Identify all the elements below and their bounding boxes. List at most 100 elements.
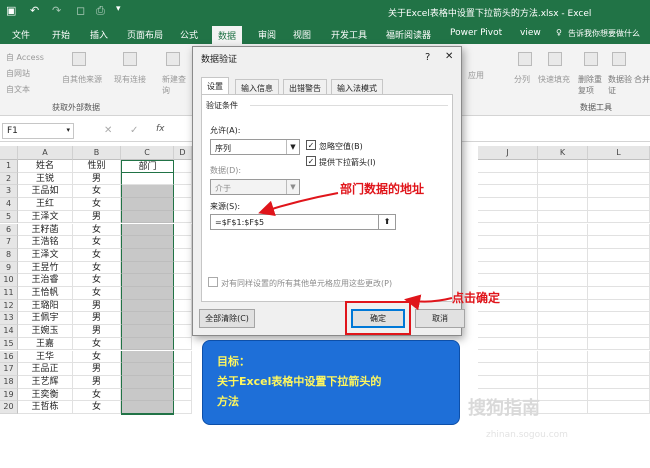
- column-header-j[interactable]: J: [478, 146, 538, 160]
- cell-dept[interactable]: [121, 312, 174, 326]
- cell-dept[interactable]: [121, 223, 174, 237]
- cell-blank[interactable]: [174, 261, 192, 275]
- row-header[interactable]: 5: [0, 210, 18, 224]
- cell-blank[interactable]: [174, 248, 192, 262]
- clear-all-button[interactable]: 全部清除(C): [199, 309, 255, 328]
- cell-blank[interactable]: [588, 388, 650, 402]
- tab-home[interactable]: 开始: [52, 28, 70, 41]
- cell-blank[interactable]: [174, 325, 192, 338]
- cell-name[interactable]: 王奕衡: [18, 388, 73, 402]
- tab-file[interactable]: 文件: [12, 28, 30, 41]
- cell-dept[interactable]: [121, 210, 174, 224]
- row-header[interactable]: 8: [0, 248, 18, 262]
- cell-blank[interactable]: [538, 350, 588, 364]
- cell-blank[interactable]: [478, 337, 538, 351]
- tab-formulas[interactable]: 公式: [180, 28, 198, 41]
- cell-gender[interactable]: 女: [73, 236, 121, 249]
- cell-blank[interactable]: [588, 274, 650, 287]
- column-header-d[interactable]: D: [174, 146, 192, 160]
- cell-blank[interactable]: [174, 401, 192, 414]
- cancel-icon[interactable]: ✕: [104, 125, 112, 136]
- cell-dept[interactable]: [121, 172, 174, 186]
- help-button[interactable]: ?: [425, 52, 430, 63]
- cell-blank[interactable]: [538, 388, 588, 402]
- cell-name[interactable]: 王璐阳: [18, 299, 73, 313]
- cell-gender[interactable]: 女: [73, 198, 121, 211]
- cell-blank[interactable]: [588, 299, 650, 313]
- cell-dept[interactable]: [121, 337, 174, 351]
- row-header[interactable]: 2: [0, 172, 18, 186]
- lightbulb-icon[interactable]: ♀: [556, 28, 562, 37]
- cell-gender[interactable]: 女: [73, 287, 121, 300]
- column-header-c[interactable]: C: [121, 146, 174, 160]
- column-header-b[interactable]: B: [73, 146, 121, 160]
- row-header[interactable]: 16: [0, 350, 18, 364]
- existing-connections-button[interactable]: 现有连接: [114, 74, 146, 85]
- cell-blank[interactable]: [478, 274, 538, 287]
- cell-dept[interactable]: [121, 388, 174, 402]
- ok-button[interactable]: 确定: [351, 309, 405, 328]
- cell-blank[interactable]: [588, 172, 650, 186]
- cell-blank[interactable]: [538, 261, 588, 275]
- enter-icon[interactable]: ✓: [130, 125, 138, 136]
- header-dept[interactable]: 部门: [121, 160, 174, 173]
- column-header-a[interactable]: A: [18, 146, 73, 160]
- cell-name[interactable]: 王泽文: [18, 210, 73, 224]
- cell-name[interactable]: 王哲栋: [18, 401, 73, 414]
- row-header[interactable]: 7: [0, 236, 18, 249]
- insert-function-icon[interactable]: fx: [156, 124, 165, 134]
- cell-gender[interactable]: 女: [73, 401, 121, 414]
- cell-dept[interactable]: [121, 248, 174, 262]
- row-header[interactable]: 1: [0, 160, 18, 173]
- cell-blank[interactable]: [478, 223, 538, 237]
- cell-blank[interactable]: [588, 401, 650, 414]
- cell-blank[interactable]: [174, 236, 192, 249]
- cell-blank[interactable]: [588, 236, 650, 249]
- other-sources-button[interactable]: 自其他来源: [62, 74, 102, 85]
- header-gender[interactable]: 性别: [73, 160, 121, 173]
- source-input[interactable]: =$F$1:$F$5: [210, 214, 396, 230]
- cell-blank[interactable]: [538, 337, 588, 351]
- cell-blank[interactable]: [478, 325, 538, 338]
- cell-gender[interactable]: 男: [73, 172, 121, 186]
- cell-blank[interactable]: [174, 160, 192, 173]
- tab-view-en[interactable]: view: [520, 28, 541, 38]
- cell-blank[interactable]: [588, 375, 650, 389]
- cell-blank[interactable]: [174, 337, 192, 351]
- apply-all-checkbox[interactable]: [208, 277, 218, 287]
- cell-dept[interactable]: [121, 375, 174, 389]
- cell-blank[interactable]: [538, 223, 588, 237]
- from-text-button[interactable]: 自文本: [6, 84, 30, 95]
- cell-blank[interactable]: [538, 325, 588, 338]
- cell-name[interactable]: 王治睿: [18, 274, 73, 287]
- cell-blank[interactable]: [538, 299, 588, 313]
- cell-blank[interactable]: [478, 172, 538, 186]
- cell-blank[interactable]: [478, 261, 538, 275]
- tab-ime-mode[interactable]: 输入法模式: [331, 79, 383, 95]
- cell-blank[interactable]: [174, 363, 192, 376]
- cell-blank[interactable]: [174, 223, 192, 237]
- cell-blank[interactable]: [538, 312, 588, 326]
- cell-blank[interactable]: [478, 248, 538, 262]
- cell-blank[interactable]: [478, 312, 538, 326]
- cell-blank[interactable]: [588, 312, 650, 326]
- cell-dept[interactable]: [121, 299, 174, 313]
- cell-blank[interactable]: [174, 388, 192, 402]
- cell-gender[interactable]: 女: [73, 248, 121, 262]
- cell-name[interactable]: 王品如: [18, 185, 73, 199]
- row-header[interactable]: 18: [0, 375, 18, 389]
- tab-review[interactable]: 审阅: [258, 28, 276, 41]
- flash-fill-button[interactable]: 快速填充: [538, 74, 570, 85]
- cell-blank[interactable]: [538, 210, 588, 224]
- undo-icon[interactable]: ↶: [30, 4, 39, 17]
- cell-gender[interactable]: 男: [73, 375, 121, 389]
- customize-icon[interactable]: ▾: [116, 4, 121, 14]
- cell-name[interactable]: 王泽文: [18, 248, 73, 262]
- cell-blank[interactable]: [174, 312, 192, 326]
- row-header[interactable]: 14: [0, 325, 18, 338]
- data-select[interactable]: 介于 ▼: [210, 179, 300, 195]
- cancel-button[interactable]: 取消: [415, 309, 465, 328]
- cell-dept[interactable]: [121, 350, 174, 364]
- tab-settings[interactable]: 设置: [201, 77, 229, 95]
- row-header[interactable]: 17: [0, 363, 18, 376]
